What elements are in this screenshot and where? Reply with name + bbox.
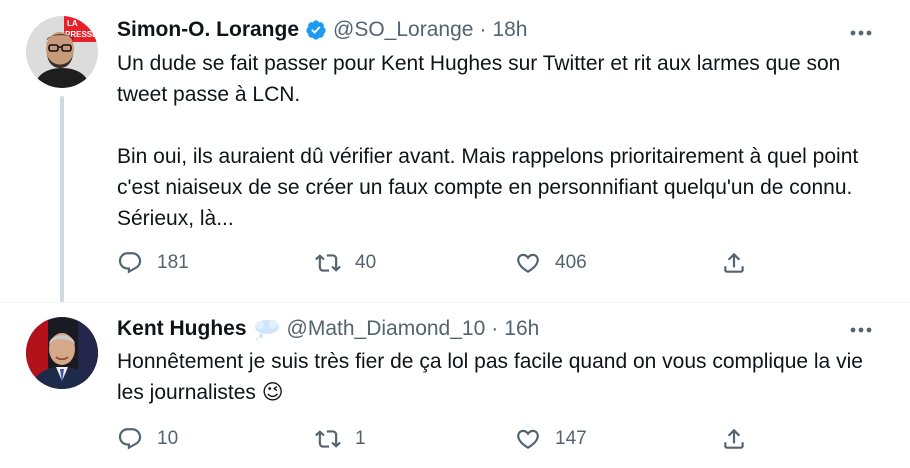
thread-line — [60, 96, 64, 302]
retweet-button[interactable]: 1 — [315, 424, 366, 454]
share-icon — [721, 426, 747, 452]
author-handle[interactable]: @SO_Lorange — [333, 17, 473, 43]
tweet-text: Un dude se fait passer pour Kent Hughes … — [117, 52, 859, 230]
retweet-icon — [315, 426, 341, 452]
author-handle[interactable]: @Math_Diamond_10 — [287, 316, 486, 342]
svg-text:LA: LA — [67, 19, 78, 28]
tweet-time[interactable]: 18h — [492, 17, 527, 43]
like-icon — [515, 250, 541, 276]
retweet-button[interactable]: 40 — [315, 248, 376, 278]
like-button[interactable]: 147 — [515, 424, 587, 454]
tweet-actions: 181 40 406 — [117, 248, 757, 278]
reply-icon — [117, 250, 143, 276]
reply-button[interactable]: 10 — [117, 424, 178, 454]
more-icon[interactable] — [848, 317, 874, 343]
more-icon[interactable] — [848, 20, 874, 46]
like-icon — [515, 426, 541, 452]
tweet-time[interactable]: 16h — [504, 316, 539, 342]
reply-count: 181 — [157, 252, 189, 273]
reply-button[interactable]: 181 — [117, 248, 189, 278]
share-icon — [721, 250, 747, 276]
retweet-count: 1 — [355, 428, 366, 449]
verified-badge-icon — [305, 19, 327, 41]
like-count: 147 — [555, 428, 587, 449]
speech-balloon-icon — [253, 318, 281, 340]
tweet-text: Honnêtement je suis très fier de ça lol … — [117, 350, 869, 404]
share-button[interactable] — [721, 424, 747, 454]
tweet-simon-lorange[interactable]: LA PRESSE Simon-O. Lorange @SO_Lorange ·… — [0, 0, 910, 302]
avatar-kent-hughes[interactable] — [26, 317, 98, 389]
tweet-actions: 10 1 147 — [117, 424, 757, 454]
author-name[interactable]: Simon-O. Lorange — [117, 17, 299, 43]
like-button[interactable]: 406 — [515, 248, 587, 278]
reply-icon — [117, 426, 143, 452]
retweet-icon — [315, 250, 341, 276]
tweet-kent-hughes[interactable]: Kent Hughes @Math_Diamond_10 · 16h Honnê… — [0, 302, 910, 468]
retweet-count: 40 — [355, 252, 377, 273]
tweet-header: Simon-O. Lorange @SO_Lorange · 18h — [117, 17, 527, 43]
tweet-header: Kent Hughes @Math_Diamond_10 · 16h — [117, 316, 539, 342]
separator-dot: · — [479, 18, 487, 41]
reply-count: 10 — [157, 428, 179, 449]
avatar-simon-lorange[interactable]: LA PRESSE — [26, 16, 98, 88]
share-button[interactable] — [721, 248, 747, 278]
author-name[interactable]: Kent Hughes — [117, 316, 247, 342]
like-count: 406 — [555, 252, 587, 273]
separator-dot: · — [491, 317, 499, 340]
